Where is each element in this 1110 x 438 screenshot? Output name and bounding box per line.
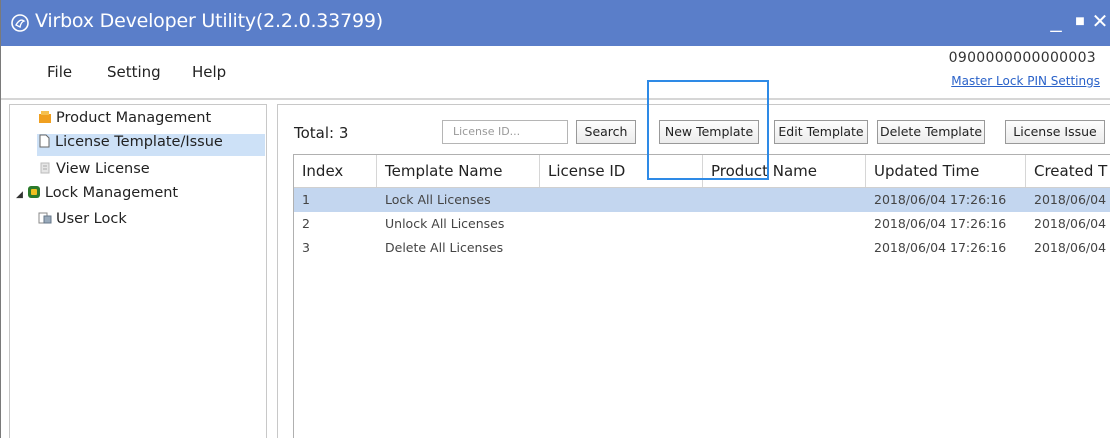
navigation-tree: Product Management License Template/Issu… <box>9 104 267 438</box>
table-row[interactable]: 1 Lock All Licenses 2018/06/04 17:26:16 … <box>294 188 1110 212</box>
minimize-button[interactable]: _ <box>1045 10 1067 34</box>
column-header-license-id[interactable]: License ID <box>540 155 703 187</box>
total-count: Total: 3 <box>294 124 349 142</box>
cell-created-time: 2018/06/04 <box>1034 192 1107 207</box>
menu-bar: File Setting Help <box>1 46 1110 98</box>
cell-updated-time: 2018/06/04 17:26:16 <box>874 240 1007 255</box>
menu-file[interactable]: File <box>47 63 72 81</box>
app-window: Virbox Developer Utility(2.2.0.33799) _ … <box>0 0 1110 438</box>
title-bar: Virbox Developer Utility(2.2.0.33799) _ … <box>1 0 1110 46</box>
cell-license-id <box>540 236 703 260</box>
lock-serial-number: 0900000000000003 <box>948 50 1096 66</box>
tree-item-label: User Lock <box>56 211 127 227</box>
column-header-created-time[interactable]: Created T <box>1026 155 1110 187</box>
lock-icon <box>27 186 40 198</box>
cell-product-name <box>703 212 866 236</box>
master-lock-pin-settings-link[interactable]: Master Lock PIN Settings <box>951 74 1100 88</box>
license-id-search-input[interactable]: License ID... <box>442 120 568 144</box>
menu-divider <box>1 98 1110 100</box>
app-logo-icon <box>11 14 29 32</box>
column-header-template-name[interactable]: Template Name <box>377 155 540 187</box>
cell-template-name: Delete All Licenses <box>385 240 504 255</box>
cell-template-name: Unlock All Licenses <box>385 216 505 231</box>
search-button[interactable]: Search <box>576 120 636 144</box>
license-issue-button[interactable]: License Issue <box>1005 120 1105 144</box>
column-header-updated-time[interactable]: Updated Time <box>866 155 1026 187</box>
cell-index: 2 <box>302 216 310 231</box>
cell-license-id <box>540 188 703 212</box>
column-header-product-name[interactable]: Product Name <box>703 155 866 187</box>
table-header: Index Template Name License ID Product N… <box>294 155 1110 188</box>
cell-product-name <box>703 236 866 260</box>
tree-item-product-management[interactable]: Product Management <box>38 110 211 132</box>
tree-item-view-license[interactable]: View License <box>38 161 150 183</box>
maximize-button[interactable]: ■ <box>1069 10 1091 34</box>
close-button[interactable]: ✕ <box>1089 10 1110 34</box>
template-table: Index Template Name License ID Product N… <box>293 154 1110 438</box>
view-icon <box>40 162 50 174</box>
cell-created-time: 2018/06/04 <box>1034 240 1107 255</box>
tree-item-user-lock[interactable]: User Lock <box>38 211 127 233</box>
delete-template-button[interactable]: Delete Template <box>877 120 985 144</box>
user-lock-icon <box>38 212 52 224</box>
edit-template-button[interactable]: Edit Template <box>774 120 868 144</box>
cell-updated-time: 2018/06/04 17:26:16 <box>874 192 1007 207</box>
column-header-index[interactable]: Index <box>294 155 377 187</box>
tree-item-label: View License <box>56 161 150 177</box>
cell-created-time: 2018/06/04 <box>1034 216 1107 231</box>
table-row[interactable]: 2 Unlock All Licenses 2018/06/04 17:26:1… <box>294 212 1110 236</box>
product-icon <box>39 111 51 123</box>
cell-template-name: Lock All Licenses <box>385 192 491 207</box>
tree-item-license-template-issue[interactable]: License Template/Issue <box>37 134 265 156</box>
cell-index: 3 <box>302 240 310 255</box>
new-template-button[interactable]: New Template <box>659 120 759 144</box>
menu-setting[interactable]: Setting <box>107 63 161 81</box>
cell-product-name <box>703 188 866 212</box>
cell-index: 1 <box>302 192 310 207</box>
cell-updated-time: 2018/06/04 17:26:16 <box>874 216 1007 231</box>
template-icon <box>39 134 50 148</box>
window-title: Virbox Developer Utility(2.2.0.33799) <box>35 10 383 32</box>
tree-item-label: License Template/Issue <box>55 134 223 150</box>
tree-item-label: Lock Management <box>44 185 179 201</box>
tree-item-lock-management[interactable]: ◢ Lock Management <box>16 185 178 207</box>
tree-item-label: Product Management <box>56 110 212 126</box>
cell-license-id <box>540 212 703 236</box>
table-row[interactable]: 3 Delete All Licenses 2018/06/04 17:26:1… <box>294 236 1110 260</box>
menu-help[interactable]: Help <box>192 63 226 81</box>
expand-arrow-icon[interactable]: ◢ <box>16 190 23 200</box>
